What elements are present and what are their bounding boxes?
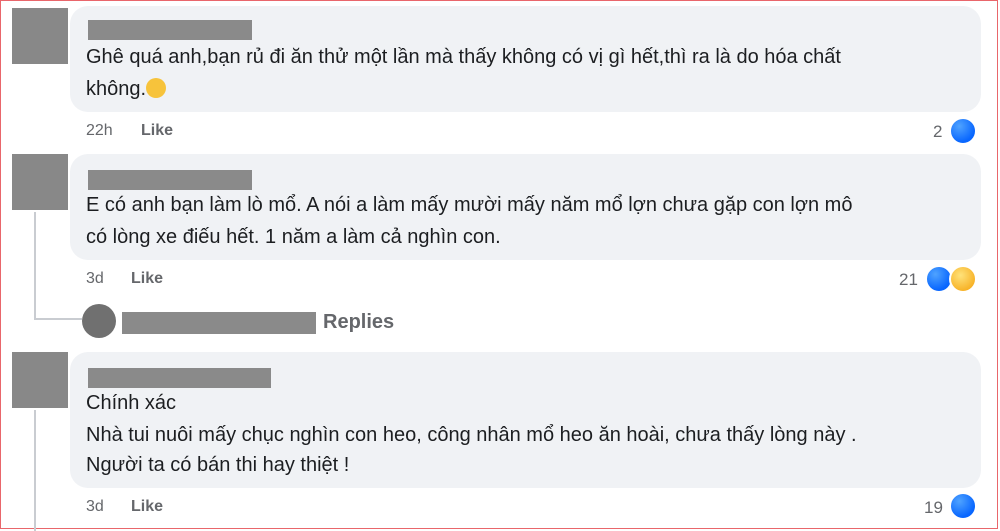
comment-text-line: không. [86, 74, 167, 104]
like-icon [949, 492, 977, 520]
comment-text-line: Nhà tui nuôi mấy chục nghìn con heo, côn… [86, 424, 857, 446]
avatar[interactable] [12, 8, 68, 64]
reaction-count[interactable]: 19 [924, 498, 943, 518]
reply-author-redacted[interactable] [122, 312, 316, 334]
like-button[interactable]: Like [131, 270, 163, 288]
like-icon [949, 117, 977, 145]
replies-link[interactable]: Replies [323, 311, 394, 334]
comment-text-line: E có anh bạn làm lò mổ. A nói a làm mấy … [86, 194, 853, 216]
comment-timestamp[interactable]: 3d [86, 498, 104, 516]
like-button[interactable]: Like [131, 498, 163, 516]
author-name-redacted[interactable] [88, 368, 271, 388]
comment-text-line: Người ta có bán thi hay thiệt ! [86, 454, 350, 476]
comment-text-fragment: không. [86, 78, 147, 100]
reply-avatar[interactable] [82, 304, 116, 338]
thread-connector [34, 410, 36, 531]
comment-text-line: có lòng xe điếu hết. 1 năm a làm cả nghì… [86, 226, 501, 248]
comment-text-line: Ghê quá anh,bạn rủ đi ăn thử một lần mà … [86, 46, 841, 68]
haha-icon [949, 265, 977, 293]
comment-timestamp[interactable]: 3d [86, 270, 104, 288]
like-button[interactable]: Like [141, 122, 173, 140]
reaction-count[interactable]: 2 [933, 122, 942, 142]
author-name-redacted[interactable] [88, 170, 252, 190]
comment-bubble: Ghê quá anh,bạn rủ đi ăn thử một lần mà … [70, 6, 981, 112]
thread-connector [34, 212, 36, 318]
avatar[interactable] [12, 352, 68, 408]
like-button-label[interactable]: Like [131, 498, 163, 515]
comment-text-line: Chính xác [86, 392, 177, 414]
thread-connector [34, 318, 82, 320]
like-button-label[interactable]: Like [141, 122, 173, 139]
like-button-label[interactable]: Like [131, 270, 163, 287]
reaction-count[interactable]: 21 [899, 270, 918, 290]
avatar[interactable] [12, 154, 68, 210]
comment-bubble: E có anh bạn làm lò mổ. A nói a làm mấy … [70, 154, 981, 260]
comment-timestamp[interactable]: 22h [86, 122, 113, 140]
author-name-redacted[interactable] [88, 20, 252, 40]
comment-bubble: Chính xác Nhà tui nuôi mấy chục nghìn co… [70, 352, 981, 488]
sad-face-emoji-icon [146, 78, 167, 98]
